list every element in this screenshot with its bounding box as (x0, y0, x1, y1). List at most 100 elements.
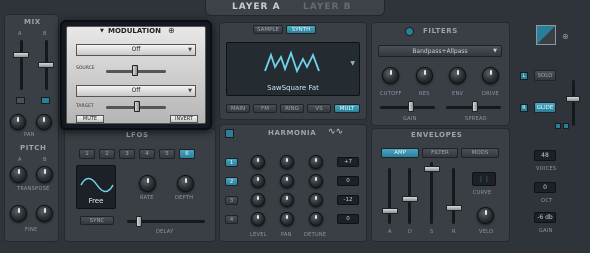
drive-knob[interactable] (482, 67, 499, 84)
lfo-wave-icon (80, 177, 114, 193)
harmonia-voice-1[interactable]: 1 (225, 158, 238, 167)
lfo-depth-knob[interactable] (177, 175, 194, 192)
layer-grid-icon[interactable] (536, 25, 556, 45)
lfo-delay-slider-handle[interactable] (136, 216, 142, 227)
env-amp-tab[interactable]: AMP (381, 148, 419, 158)
harmonia-pan-knob-4[interactable] (280, 212, 294, 226)
spread-slider-handle[interactable] (472, 101, 478, 112)
env-filter-tab[interactable]: FILTER (422, 148, 458, 158)
lfo-rate-knob[interactable] (139, 175, 156, 192)
mod-invert-button[interactable]: INVERT (170, 115, 198, 123)
harmonia-pan-knob-2[interactable] (280, 174, 294, 188)
osc-mode-main[interactable]: MAIN (226, 104, 250, 113)
cutoff-knob[interactable] (382, 67, 399, 84)
lfo-tab-3[interactable]: 3 (119, 149, 135, 159)
harmonia-detune-knob-3[interactable] (309, 193, 323, 207)
harmonia-level-knob-2[interactable] (251, 174, 265, 188)
release-slider-track[interactable] (452, 168, 455, 224)
lfo-tab-2[interactable]: 2 (99, 149, 115, 159)
harmonia-wave-icon[interactable]: ∿∿ (328, 127, 343, 137)
release-slider-handle[interactable] (446, 205, 462, 211)
lfo-tab-4[interactable]: 4 (139, 149, 155, 159)
harmonia-voice-3[interactable]: 3 (225, 196, 238, 205)
wave-dropdown-arrow-icon[interactable]: ▼ (350, 60, 355, 67)
filter-gain-slider-handle[interactable] (408, 101, 414, 112)
gain-display[interactable]: -6 db (534, 212, 556, 223)
mod-mute-button[interactable]: MUTE (76, 115, 104, 123)
harmonia-value-3[interactable]: -12 (337, 195, 359, 205)
octave-display[interactable]: 0 (534, 182, 556, 193)
pan-a-knob[interactable] (10, 114, 26, 130)
mix-b-slider-handle[interactable] (38, 62, 54, 68)
harmonia-level-knob-1[interactable] (251, 155, 265, 169)
glide-plus-button[interactable] (563, 123, 569, 129)
harmonia-power-button[interactable] (225, 129, 234, 138)
harmonia-pan-knob-3[interactable] (280, 193, 294, 207)
harmonia-pan-knob-1[interactable] (280, 155, 294, 169)
lfo-tab-1[interactable]: 1 (79, 149, 95, 159)
mod-target-label: TARGET (76, 104, 94, 109)
lfo-tab-5[interactable]: 5 (159, 149, 175, 159)
env-mods-tab[interactable]: MODS (461, 148, 499, 158)
harmonia-voice-2[interactable]: 2 (225, 177, 238, 186)
env-knob[interactable] (449, 67, 466, 84)
lfo-tab-6[interactable]: 6 (179, 149, 195, 159)
mod-source-value: Off (131, 46, 141, 53)
glide-slider-handle[interactable] (566, 96, 580, 102)
voices-display[interactable]: 48 (534, 150, 556, 161)
filters-power-button[interactable] (405, 27, 414, 36)
harmonia-value-4[interactable]: 0 (337, 214, 359, 224)
pitch-a-label: A (18, 157, 22, 163)
tab-layer-a[interactable]: LAYER A (232, 2, 281, 12)
osc-mode-vs[interactable]: VS (307, 104, 331, 113)
chevron-down-icon[interactable]: ▼ (100, 28, 104, 34)
osc-wave-display[interactable]: SawSquare Fat ▼ (226, 42, 360, 96)
transpose-a-knob[interactable] (10, 166, 27, 183)
osc-mode-ring[interactable]: RING (280, 104, 304, 113)
harmonia-value-2[interactable]: 0 (337, 176, 359, 186)
harmonia-detune-knob-1[interactable] (309, 155, 323, 169)
mod-source-slider-handle[interactable] (132, 65, 138, 76)
pan-b-knob[interactable] (36, 114, 52, 130)
decay-slider-handle[interactable] (402, 196, 418, 202)
osc-mode-mult[interactable]: MULT (334, 104, 360, 113)
chevron-down-icon: ▼ (188, 88, 192, 94)
mod-source-dropdown[interactable]: Off ▼ (76, 44, 196, 56)
glide-button[interactable]: GLIDE (534, 102, 556, 113)
mod-target-dropdown[interactable]: Off ▼ (76, 85, 196, 97)
zoom-icon[interactable]: ⊕ (168, 26, 175, 35)
chevron-down-icon: ▼ (188, 47, 192, 53)
mix-a-label: A (18, 31, 22, 37)
fine-b-knob[interactable] (36, 205, 53, 222)
glide-slider-track[interactable] (572, 80, 575, 126)
attack-slider-track[interactable] (388, 168, 391, 224)
velo-knob[interactable] (477, 207, 494, 224)
solo-button[interactable]: SOLO (534, 70, 556, 81)
res-label: RES (419, 91, 430, 97)
env-curve-display[interactable]: ⋮⋮ (472, 172, 496, 186)
sustain-slider-handle[interactable] (424, 166, 440, 172)
mod-target-slider-handle[interactable] (134, 101, 140, 112)
osc-mode-fm[interactable]: FM (253, 104, 277, 113)
harmonia-detune-knob-2[interactable] (309, 174, 323, 188)
filter-type-dropdown[interactable]: Bandpass+Allpass ▼ (378, 45, 502, 57)
osc-sample-button[interactable]: SAMPLE (253, 25, 283, 34)
res-knob[interactable] (416, 67, 433, 84)
lfo-sync-button[interactable]: SYNC (80, 216, 114, 225)
tab-layer-b[interactable]: LAYER B (303, 2, 351, 12)
harmonia-level-knob-3[interactable] (251, 193, 265, 207)
attack-slider-handle[interactable] (382, 208, 398, 214)
glide-minus-button[interactable] (555, 123, 561, 129)
osc-synth-button[interactable]: SYNTH (286, 25, 316, 34)
harmonia-value-1[interactable]: +7 (337, 157, 359, 167)
harmonia-voice-4[interactable]: 4 (225, 215, 238, 224)
harmonia-level-knob-4[interactable] (251, 212, 265, 226)
lfo-wave-display[interactable]: Free (76, 165, 116, 209)
mix-a-slider-handle[interactable] (13, 52, 29, 58)
fine-a-knob[interactable] (10, 205, 27, 222)
transpose-b-knob[interactable] (36, 166, 53, 183)
harmonia-detune-knob-4[interactable] (309, 212, 323, 226)
layer-zoom-icon[interactable]: ⊕ (562, 32, 569, 41)
lfo-delay-label: DELAY (156, 229, 174, 235)
mix-a-slider-track[interactable] (20, 40, 23, 90)
